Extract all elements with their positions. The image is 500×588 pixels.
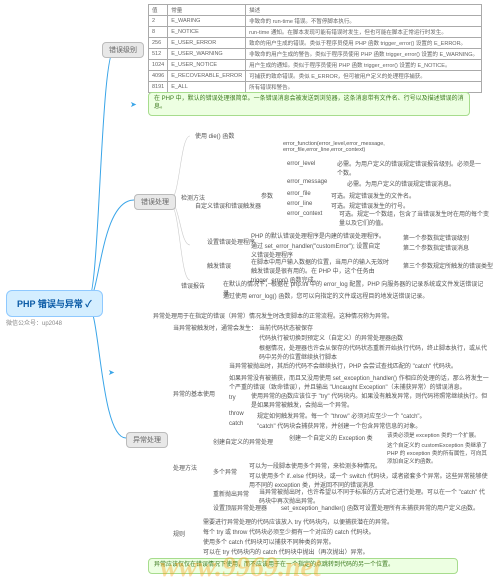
ex-l1: 异常处理用于在指定的错误（异常）情况发生时改变脚本的正常流程。这种情况称为异常。	[150, 310, 490, 321]
p-msg-k: error_message	[284, 178, 330, 186]
node-fn-sig: error_function(error_level,error_message…	[280, 140, 420, 154]
tag-exception: 异常处理	[126, 432, 168, 448]
m-multi-k: 多个异常	[210, 466, 240, 477]
m-top-1: set_exception_handler() 函数可设置处理所有未捕获异常的用…	[278, 502, 492, 513]
p-level-k: error_level	[284, 160, 318, 168]
root-node: PHP 错误与异常 ✓	[6, 290, 103, 317]
table-row: 8191E_ALL所有错误和警告。	[149, 82, 482, 93]
ex-l5: 根据情况，处理器也许会从保存的代码状态重新开始执行代码，终止脚本执行，或从代码中…	[256, 342, 492, 362]
rule-4: 可以在 try 代码块内的 catch 代码块中抛出（再次抛出）异常。	[200, 546, 492, 557]
p-ctx-k: error_context	[284, 210, 325, 218]
root-title: PHP 错误与异常 ✓	[17, 299, 92, 309]
ex-l2: 当异常被触发时，通常会发生：	[170, 322, 260, 333]
arrow-icon: ➤	[108, 368, 115, 377]
table-row: 2E_WARING非致命的 run-time 错误。不暂停脚本执行。	[149, 16, 482, 27]
ex-basic-l2: 如果异常没有被捕获，而且又没用使用 set_exception_handler(…	[226, 372, 492, 392]
ex-method: 处理方法	[170, 462, 200, 473]
ex-rule: 规则	[170, 528, 188, 539]
m-custom-2: 该类必须是 exception 类的一个扩展。	[384, 430, 494, 440]
note-exception-rule: 异常应该仅仅在错误情况下使用，而不应该用于在一个指定的点跳转到代码的另一个位置。	[148, 558, 458, 574]
node-log: 错误报告	[178, 280, 208, 291]
m-custom-1: 创建一个自定义的 Exception 类	[286, 432, 376, 443]
seth-p2: 第二个参数指定错误消息	[400, 242, 472, 253]
tag-error-handle: 错误处理	[134, 194, 176, 210]
note-default-error: 在 PHP 中，默认的错误处理很简单。一条错误消息会被发送到浏览器，这条消息带有…	[148, 92, 470, 116]
p-msg-v: 必需。为用户定义的错误规定错误消息。	[344, 178, 494, 189]
m-custom-k: 创建自定义的异常处理	[210, 436, 276, 447]
error-level-table: 值常量描述 2E_WARING非致命的 run-time 错误。不暂停脚本执行。…	[148, 4, 482, 93]
arrow-icon: ➤	[130, 100, 137, 109]
ex-try-k: try	[226, 394, 239, 402]
m-re-k: 重新抛出异常	[210, 488, 252, 499]
root-subtitle: 微信公众号：up2048	[6, 318, 62, 327]
ex-basic: 异常的基本使用	[170, 388, 218, 399]
table-row: 4096E_RECOVERABLE_ERROR可捕获的致命错误。类似 E_ERR…	[149, 71, 482, 82]
p-file-k: error_file	[284, 190, 314, 198]
p-line-k: error_line	[284, 200, 315, 208]
table-row: 8E_NOTICErun-time 通知。在脚本发现可能有错误时发生，但也可能在…	[149, 27, 482, 38]
log-d2: 通过使用 error_log() 函数，您可以向指定的文件或远程目的地发送错误记…	[220, 290, 492, 301]
m-top-k: 设置顶层异常处理器	[210, 502, 270, 513]
p-ctx-v: 可选。规定一个数组，包含了当错误发生时在用的每个变量以及它们的值。	[336, 208, 492, 228]
p-level-v: 必需。为用户定义的错误规定错误报告级别。必须是一个数。	[334, 158, 484, 178]
node-custom: 自定义错误和错误触发器	[192, 200, 264, 211]
ex-try-v: 使用异常的函数应该位于 "try" 代码块内。如果没有触发异常，则代码将照常继续…	[248, 390, 492, 410]
node-trigger: 触发错误	[204, 260, 234, 271]
node-die: 使用 die() 函数	[192, 130, 237, 141]
table-row: 1024E_USER_NOTICE用户生成的通知。类似于程序员使用 PHP 函数…	[149, 60, 482, 71]
table-header: 值常量描述	[149, 5, 482, 16]
ex-catch-k: catch	[226, 420, 246, 428]
node-params: 参数	[258, 190, 276, 201]
table-row: 256E_USER_ERROR致命的用户生成的错误。类似于程序员使用 PHP 函…	[149, 38, 482, 49]
trig-p3: 第三个参数规定所触发的错误类型	[400, 260, 496, 271]
ex-throw-k: throw	[226, 410, 247, 418]
table-row: 512E_USER_WARNING非致命的用户生成的警告。类似于程序员使用 PH…	[149, 49, 482, 60]
ex-basic-l1: 当异常被抛出时，其后的代码不会继续执行，PHP 会尝试查找匹配的 "catch"…	[226, 360, 492, 371]
tag-error-level: 错误级别	[102, 42, 144, 58]
